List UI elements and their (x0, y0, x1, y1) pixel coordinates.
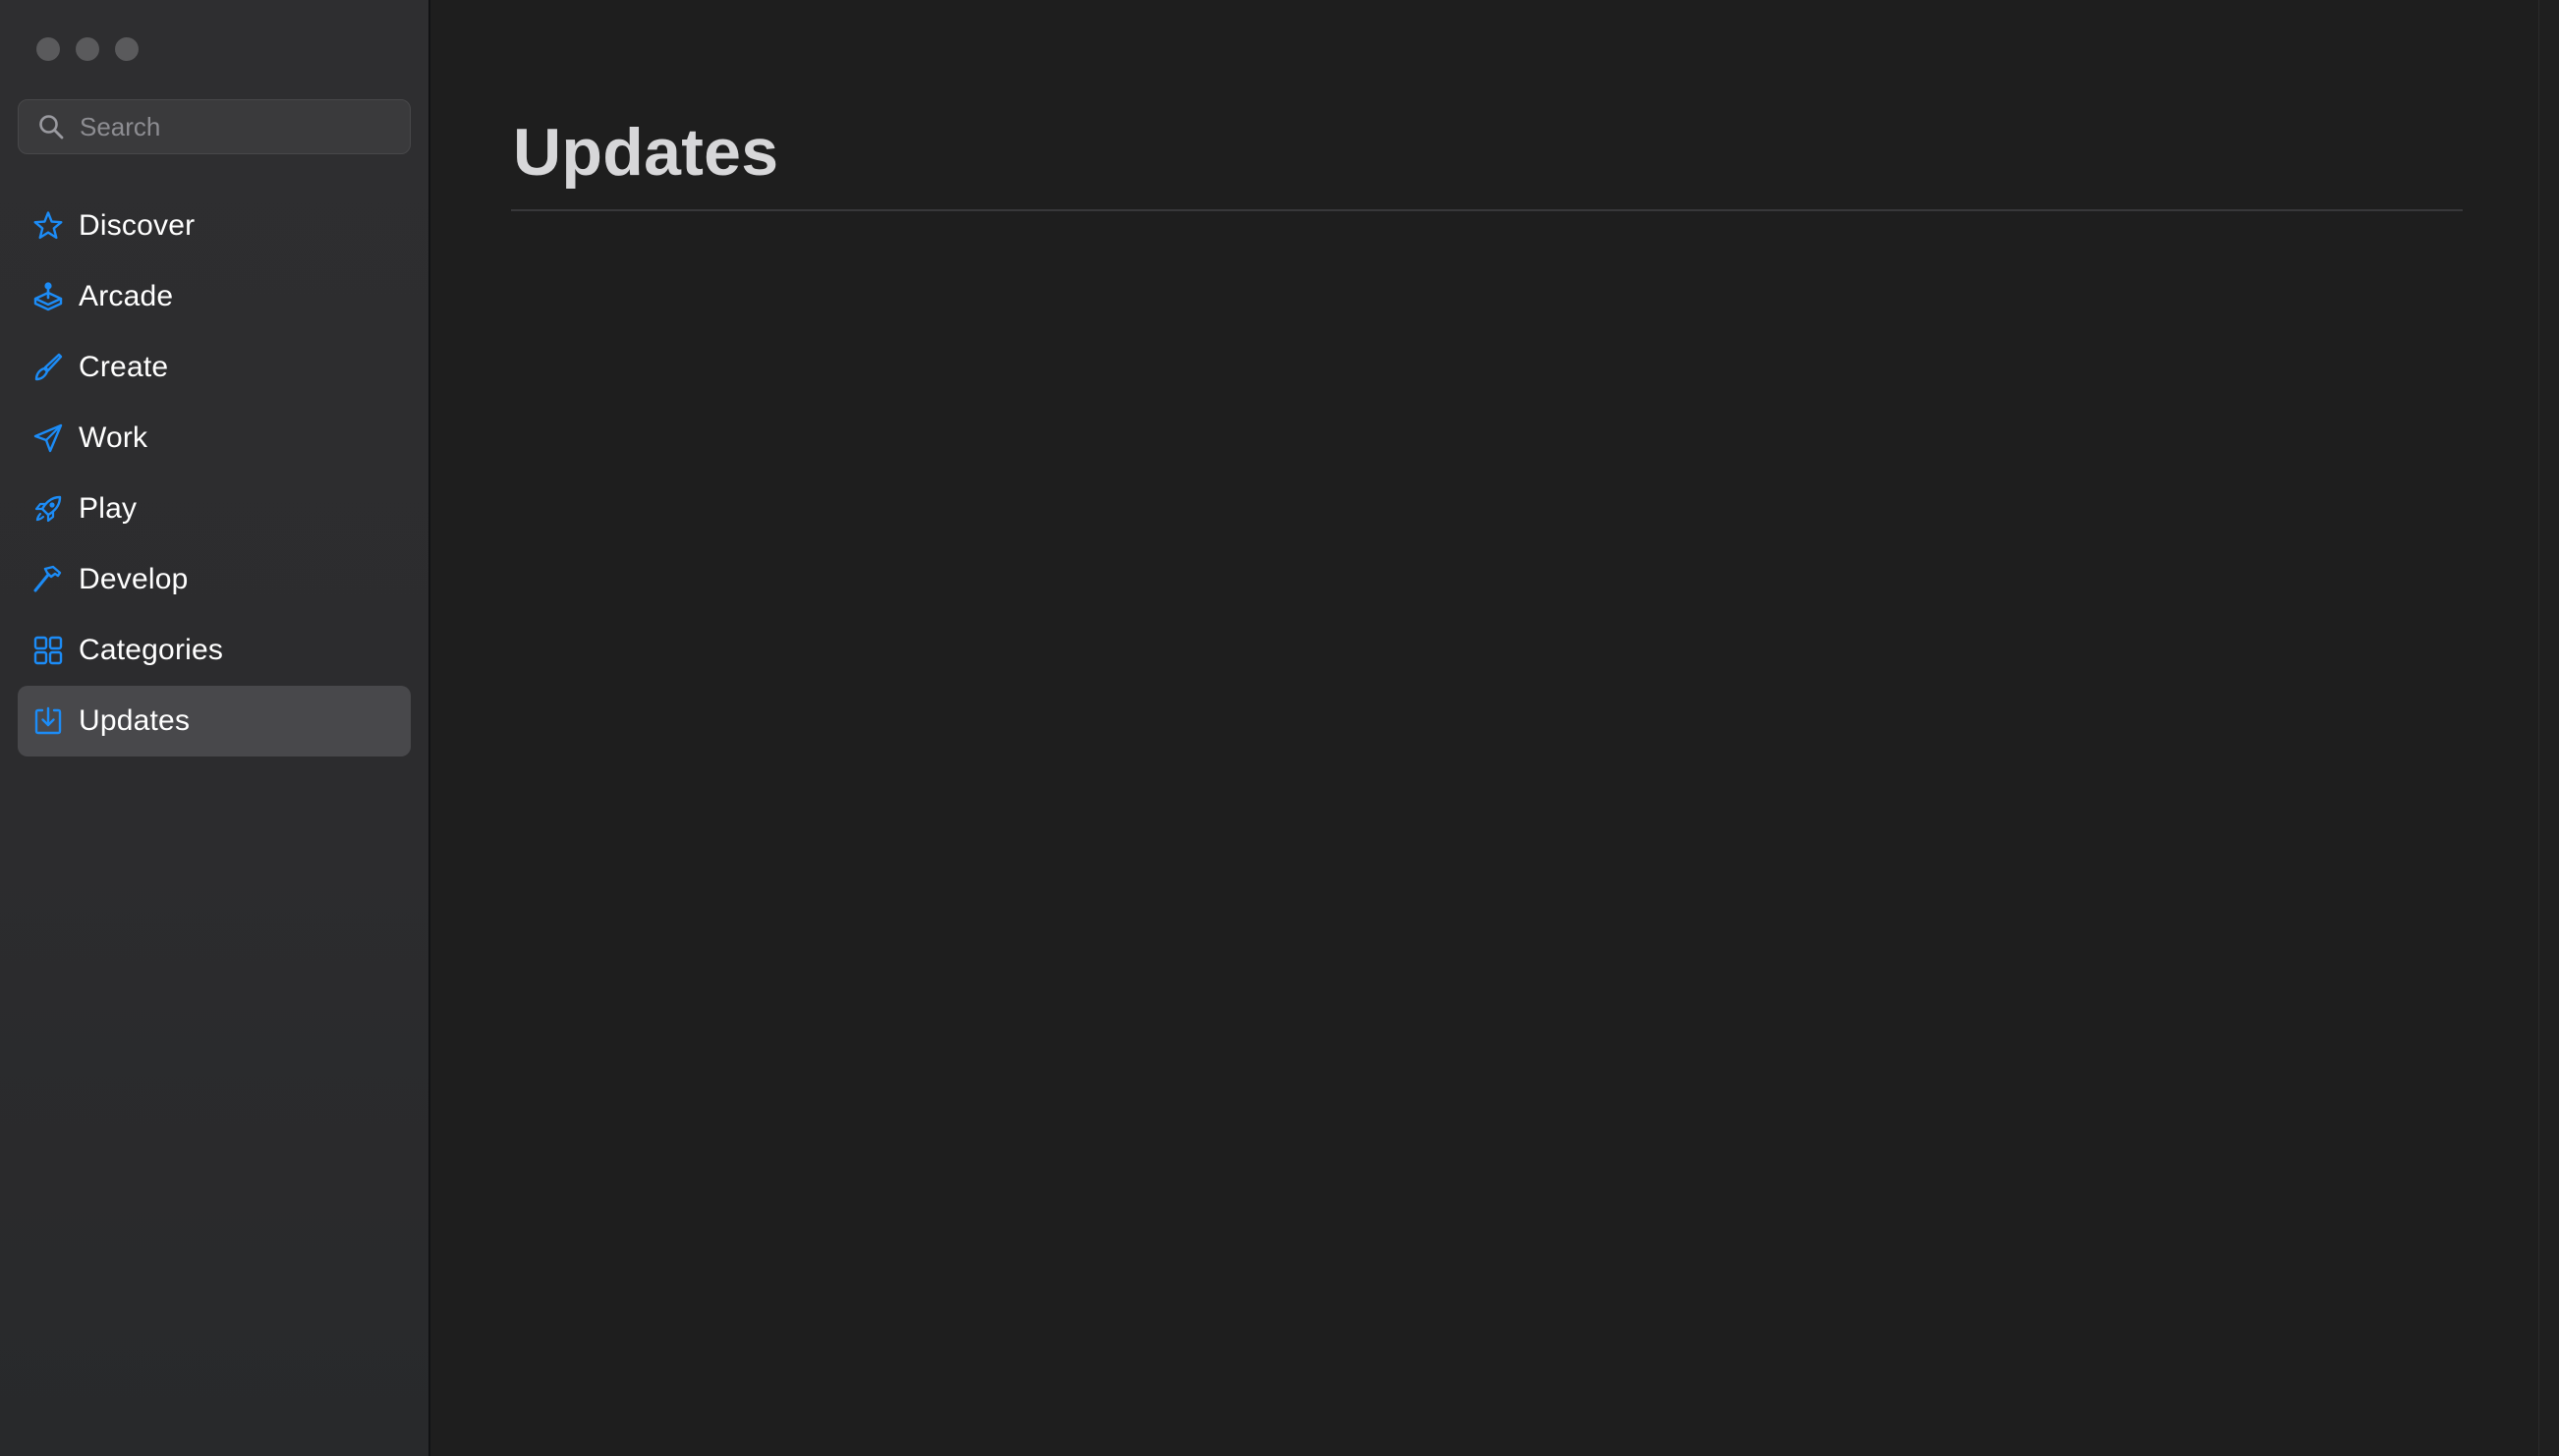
app-window: Discover Arcade (0, 0, 2559, 1456)
sidebar-item-updates[interactable]: Updates (18, 686, 411, 756)
sidebar-item-label: Play (79, 492, 138, 525)
page-title: Updates (513, 115, 779, 190)
star-icon (30, 208, 66, 244)
sidebar-item-discover[interactable]: Discover (18, 191, 411, 261)
scrollbar[interactable] (2538, 0, 2559, 1456)
sidebar-item-label: Arcade (79, 280, 174, 312)
sidebar-item-develop[interactable]: Develop (18, 544, 411, 615)
sidebar-nav: Discover Arcade Create Work Play Develop… (18, 191, 411, 756)
sidebar-item-categories[interactable]: Categories (18, 615, 411, 686)
hammer-icon (30, 562, 66, 597)
paperplane-icon (30, 420, 66, 456)
sidebar-item-play[interactable]: Play (18, 474, 411, 544)
search-input[interactable] (80, 111, 410, 142)
sidebar: Discover Arcade (0, 0, 430, 1456)
sidebar-item-label: Develop (79, 563, 189, 595)
sidebar-item-create[interactable]: Create (18, 332, 411, 403)
title-divider (511, 209, 2463, 211)
sidebar-item-label: Categories (79, 634, 224, 666)
sidebar-item-label: Work (79, 421, 148, 454)
minimize-window-button[interactable] (76, 37, 99, 61)
grid-icon (30, 633, 66, 668)
rocket-icon (30, 491, 66, 527)
sidebar-item-work[interactable]: Work (18, 403, 411, 474)
download-icon (30, 703, 66, 739)
main-content: Updates (430, 0, 2559, 1456)
sidebar-item-label: Updates (79, 704, 191, 737)
search-box[interactable] (18, 99, 411, 154)
sidebar-item-arcade[interactable]: Arcade (18, 261, 411, 332)
zoom-window-button[interactable] (115, 37, 139, 61)
paintbrush-icon (30, 350, 66, 385)
sidebar-item-label: Create (79, 351, 169, 383)
sidebar-item-label: Discover (79, 209, 196, 242)
joystick-icon (30, 279, 66, 314)
window-controls (36, 37, 139, 61)
search-icon (36, 112, 66, 141)
close-window-button[interactable] (36, 37, 60, 61)
